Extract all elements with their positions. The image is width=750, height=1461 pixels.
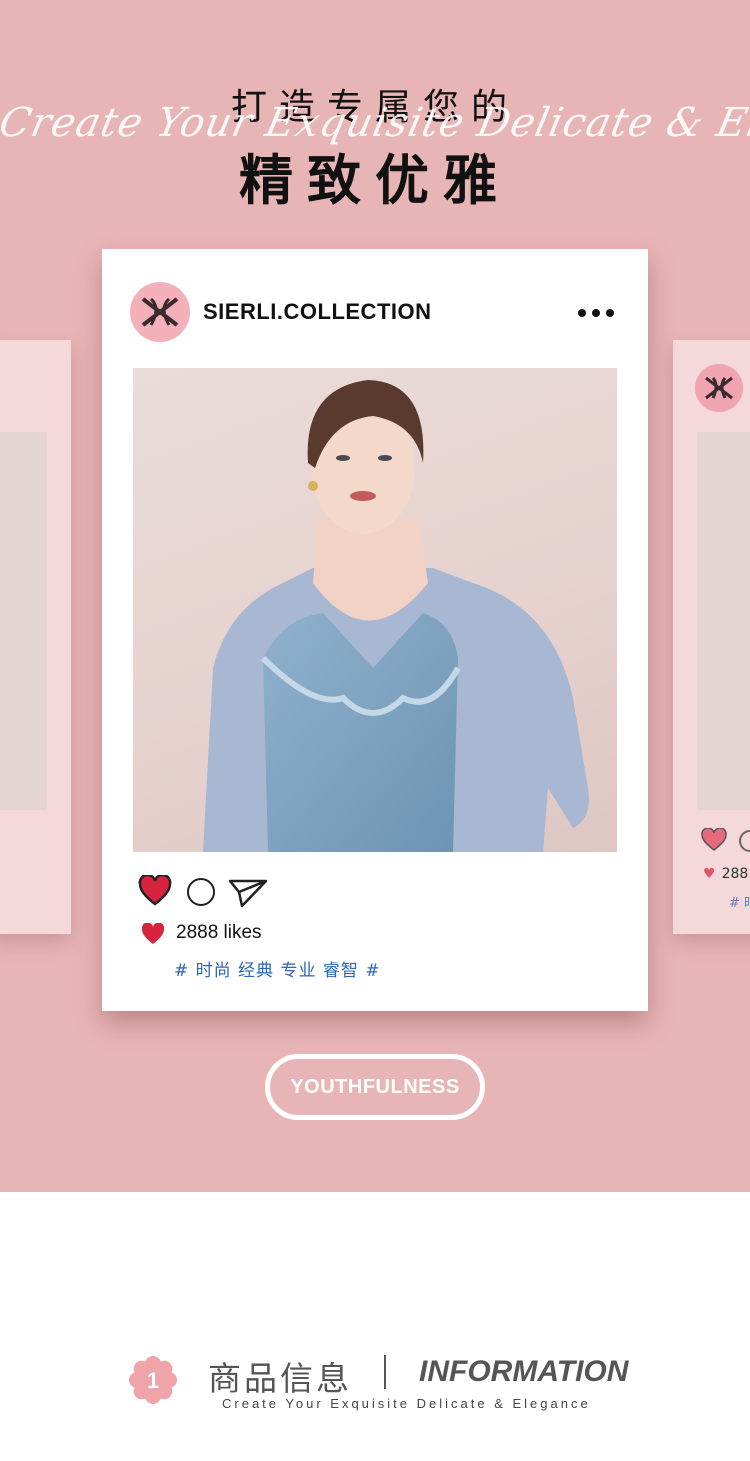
youthfulness-badge[interactable]: YOUTHFULNESS — [265, 1054, 485, 1120]
comment-circle-icon[interactable] — [739, 830, 750, 852]
badge-label: YOUTHFULNESS — [290, 1075, 460, 1098]
heart-icon[interactable] — [701, 828, 727, 852]
comment-circle-icon[interactable] — [187, 878, 215, 906]
post-card: SIERLI.COLLECTION 2888 likes # 时尚 经典 专业 … — [102, 249, 648, 1011]
heart-small-icon — [141, 923, 165, 944]
side-card-left[interactable] — [0, 340, 71, 934]
sierli-logo-icon — [695, 364, 743, 412]
post-photo — [133, 368, 617, 852]
more-dots-icon[interactable] — [576, 301, 616, 325]
side-tags: # 时 — [729, 896, 750, 911]
section-divider — [384, 1355, 386, 1389]
likes-count: 2888 likes — [176, 922, 262, 943]
flower-number-icon: 1 — [129, 1356, 177, 1404]
sierli-logo-icon[interactable] — [130, 282, 190, 342]
section-title-en: INFORMATION — [419, 1355, 629, 1388]
account-name[interactable]: SIERLI.COLLECTION — [203, 299, 432, 325]
side-card-left-photo — [0, 432, 47, 810]
paper-plane-icon[interactable] — [228, 877, 268, 909]
side-card-right-photo — [697, 432, 750, 810]
section-title-cn: 商品信息 — [208, 1359, 352, 1398]
section-number: 1 — [147, 1368, 159, 1393]
side-likes: ♥ 288 — [703, 866, 749, 882]
side-card-right[interactable]: ♥288 # 时 — [673, 340, 750, 934]
section-subtitle: Create Your Exquisite Delicate & Eleganc… — [222, 1396, 591, 1411]
heart-small-icon: ♥ — [703, 866, 716, 882]
hashtags[interactable]: # 时尚 经典 专业 睿智 # — [174, 956, 381, 981]
headline-main: 精致优雅 — [239, 149, 511, 212]
heart-icon[interactable] — [138, 875, 172, 907]
